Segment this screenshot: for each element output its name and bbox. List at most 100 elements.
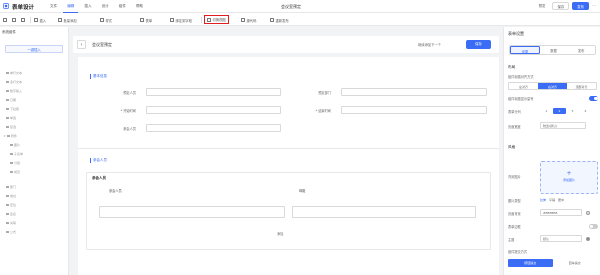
publish-button[interactable]: 发布	[572, 2, 589, 10]
sidebar-item-label: 图片	[14, 143, 21, 147]
tab-data[interactable]: 数据	[540, 46, 568, 54]
toolbar: 插入 批量添加 样式 表单 绑定到字段 切换视图 源代码 重新发布	[0, 13, 600, 26]
toolbar-insert[interactable]: 插入	[34, 16, 46, 24]
bg-image-upload[interactable]: + 添加图片	[540, 161, 598, 194]
menu-file[interactable]: 文件	[46, 0, 61, 13]
toolbar-copy[interactable]	[21, 16, 25, 24]
theme-select[interactable]: 默认	[540, 235, 582, 242]
field-attendees[interactable]: 参会人员	[88, 124, 281, 132]
sidebar-item[interactable]: 复选	[6, 124, 16, 130]
sidebar-item[interactable]: 关联	[6, 220, 16, 226]
sidebar-title: 系统组件	[2, 30, 16, 34]
sidebar-item[interactable]: 日期	[6, 97, 16, 103]
bg-type-center[interactable]: 居中	[558, 198, 564, 202]
save-button[interactable]: 保存	[552, 2, 570, 10]
sidebar-item[interactable]: 单选	[6, 115, 16, 121]
submit-button-option[interactable]: 按钮提交	[508, 259, 553, 267]
columns-option-1[interactable]: 1	[540, 108, 553, 114]
field-input[interactable]	[341, 88, 487, 96]
menu-insert[interactable]: 插入	[80, 0, 95, 13]
sidebar-item-label: 部门	[10, 185, 17, 189]
app-logo-icon	[3, 3, 9, 9]
field-input[interactable]	[146, 106, 281, 114]
field-input[interactable]	[146, 88, 281, 96]
subtable-cell-input[interactable]	[292, 206, 476, 218]
columns-option-4[interactable]: 4	[579, 108, 592, 114]
toolbar-style[interactable]: 样式	[100, 16, 112, 24]
submit-enter-option[interactable]: 回车提交	[553, 259, 598, 267]
sidebar-item[interactable]: 多行文本	[6, 79, 22, 85]
color-swatch-icon[interactable]	[586, 210, 590, 215]
theme-label: 主题	[508, 238, 515, 242]
tab-settings[interactable]: 设置	[510, 46, 540, 54]
back-button[interactable]: ‹	[77, 40, 86, 49]
bg-type-stretch[interactable]: 拉伸	[540, 198, 546, 202]
field-input[interactable]	[341, 106, 487, 114]
sidebar-item[interactable]: 公式	[6, 229, 16, 235]
align-right-option[interactable]: 右对齐	[538, 83, 567, 89]
columns-selector: 1 2 3 4	[540, 108, 592, 114]
sidebar-item[interactable]: 签名	[6, 211, 16, 217]
theme-color-icon[interactable]	[586, 236, 590, 241]
toolbar-form[interactable]: 表单	[140, 16, 152, 24]
sidebar-item-label: 子表单	[14, 152, 24, 156]
form-icon	[140, 18, 144, 22]
field-end-time[interactable]: * 结束时间	[286, 106, 487, 114]
field-input[interactable]	[146, 124, 281, 132]
toolbar-bind-field[interactable]: 绑定到字段	[170, 16, 192, 24]
field-department[interactable]: 预定部门	[286, 88, 487, 96]
columns-option-2[interactable]: 2	[553, 108, 566, 114]
menu-edit[interactable]: 编辑	[63, 0, 79, 13]
page-width-select[interactable]: 较宽(默认)	[540, 122, 586, 129]
sidebar-item-label: 复选	[10, 125, 17, 129]
form-border-toggle[interactable]	[589, 224, 598, 229]
menu-help[interactable]: 帮助	[132, 0, 147, 13]
sidebar-item[interactable]: 单行文本	[6, 70, 22, 76]
section-divider	[78, 148, 499, 149]
bg-image-label: 背景图片	[508, 175, 521, 179]
label-align-selector: 左对齐 右对齐 顶部对齐	[508, 82, 597, 90]
sidebar-item[interactable]: 子表单	[10, 151, 23, 157]
continue-add-link[interactable]: 继续添加下一个	[418, 42, 441, 47]
menu-design[interactable]: 设计	[98, 0, 113, 13]
sidebar-item[interactable]: 数字输入	[6, 88, 22, 94]
sidebar-group-toggle[interactable]: ▾ 附件	[4, 133, 17, 139]
sidebar-item[interactable]: 定位	[6, 202, 16, 208]
bg-type-tile[interactable]: 平铺	[549, 198, 555, 202]
quick-insert-button[interactable]: 一键插入	[5, 45, 63, 53]
field-start-time[interactable]: * 开始时间	[88, 106, 281, 114]
field-booker[interactable]: 预定人员	[88, 88, 281, 96]
style-section-title: 风格	[508, 145, 516, 149]
toolbar-undo[interactable]	[3, 16, 7, 24]
subtable-add-button[interactable]: 添加	[277, 231, 283, 236]
sidebar-item[interactable]: 地址	[6, 193, 16, 199]
preview-button[interactable]: 预览	[535, 2, 550, 10]
sidebar-item[interactable]: 部门	[6, 184, 16, 190]
align-left-option[interactable]: 左对齐	[509, 83, 538, 89]
toolbar-redo[interactable]	[12, 16, 16, 24]
toolbar-republish-label: 重新发布	[275, 18, 289, 23]
toolbar-republish[interactable]: 重新发布	[270, 16, 289, 24]
toolbar-switch-view[interactable]: 切换视图	[204, 15, 229, 24]
sidebar-item[interactable]: 分组	[10, 160, 20, 166]
sidebar-item-label: 下拉框	[10, 107, 20, 111]
sidebar-item[interactable]: 下拉框	[6, 106, 19, 112]
form-save-button[interactable]: 保存	[466, 40, 491, 49]
attendee-subtable[interactable]: 参会人员 参会人员 邮箱 添加	[86, 172, 491, 250]
show-asterisk-toggle[interactable]	[589, 96, 598, 101]
more-icon[interactable]: ⋯	[592, 2, 596, 10]
toolbar-batch-add[interactable]: 批量添加	[58, 16, 77, 24]
columns-option-3[interactable]: 3	[566, 108, 579, 114]
field-label: 预定人员	[123, 91, 136, 95]
bg-color-input[interactable]: #EBEBEB	[540, 209, 582, 216]
subtable-column-header: 邮箱	[299, 189, 306, 193]
menu-components[interactable]: 组件	[115, 0, 130, 13]
toolbar-source-label: 源代码	[246, 18, 257, 23]
toolbar-source[interactable]: 源代码	[241, 16, 256, 24]
sidebar-item[interactable]: 成员	[10, 169, 20, 175]
sidebar-item[interactable]: 图片	[10, 142, 20, 148]
plus-icon: +	[566, 170, 572, 177]
tab-publish[interactable]: 发布	[567, 46, 595, 54]
align-top-option[interactable]: 顶部对齐	[567, 83, 596, 89]
subtable-cell-input[interactable]	[99, 206, 285, 218]
